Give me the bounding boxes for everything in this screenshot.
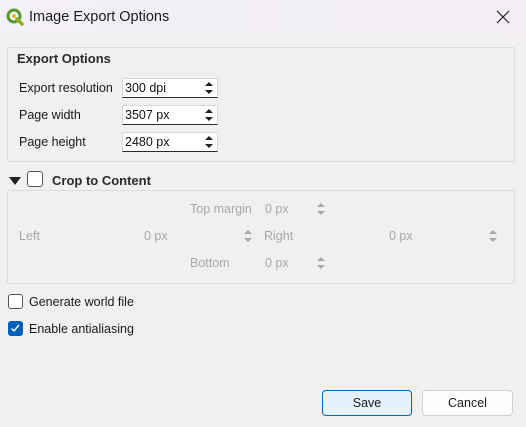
page-width-spinbox[interactable]: 3507 px (122, 105, 218, 125)
window-title: Image Export Options (29, 9, 170, 25)
export-resolution-value: 300 dpi (125, 81, 167, 95)
right-margin-label: Right (264, 229, 294, 243)
save-button[interactable]: Save (322, 390, 412, 416)
left-margin-value: 0 px (144, 229, 168, 243)
spin-arrows-icon[interactable] (315, 255, 327, 271)
spin-arrows-icon[interactable] (203, 107, 215, 123)
top-margin-value: 0 px (265, 202, 289, 216)
spin-arrows-icon[interactable] (242, 228, 254, 244)
spin-arrows-icon[interactable] (487, 228, 499, 244)
right-margin-value: 0 px (389, 229, 413, 243)
page-height-value: 2480 px (125, 135, 170, 149)
spin-arrows-icon[interactable] (203, 80, 215, 96)
bottom-margin-spinbox[interactable]: 0 px (262, 253, 330, 273)
export-resolution-spinbox[interactable]: 300 dpi (122, 78, 218, 98)
enable-antialiasing-label: Enable antialiasing (29, 322, 134, 336)
crop-to-content-title: Crop to Content (52, 173, 151, 188)
left-margin-spinbox[interactable]: 0 px (141, 226, 257, 246)
crop-to-content-checkbox[interactable] (27, 171, 43, 187)
generate-world-file-checkbox[interactable] (8, 294, 23, 309)
title-bar: Image Export Options (0, 0, 526, 36)
page-height-spinbox[interactable]: 2480 px (122, 132, 218, 152)
export-resolution-label: Export resolution (19, 81, 113, 95)
cancel-button[interactable]: Cancel (422, 390, 513, 416)
qgis-icon (6, 8, 24, 26)
enable-antialiasing-checkbox[interactable] (8, 321, 23, 336)
close-icon (496, 10, 510, 27)
left-margin-label: Left (19, 229, 40, 243)
page-width-label: Page width (19, 108, 81, 122)
generate-world-file-label: Generate world file (29, 295, 134, 309)
top-margin-label: Top margin (190, 202, 252, 216)
bottom-margin-value: 0 px (265, 256, 289, 270)
page-width-value: 3507 px (125, 108, 170, 122)
export-options-title: Export Options (17, 51, 111, 66)
check-icon (11, 324, 20, 333)
top-margin-spinbox[interactable]: 0 px (262, 199, 330, 219)
collapse-triangle-icon[interactable] (9, 175, 21, 185)
page-height-label: Page height (19, 135, 86, 149)
close-button[interactable] (480, 0, 526, 36)
right-margin-spinbox[interactable]: 0 px (386, 226, 502, 246)
spin-arrows-icon[interactable] (315, 201, 327, 217)
spin-arrows-icon[interactable] (203, 134, 215, 150)
bottom-margin-label: Bottom (190, 256, 230, 270)
